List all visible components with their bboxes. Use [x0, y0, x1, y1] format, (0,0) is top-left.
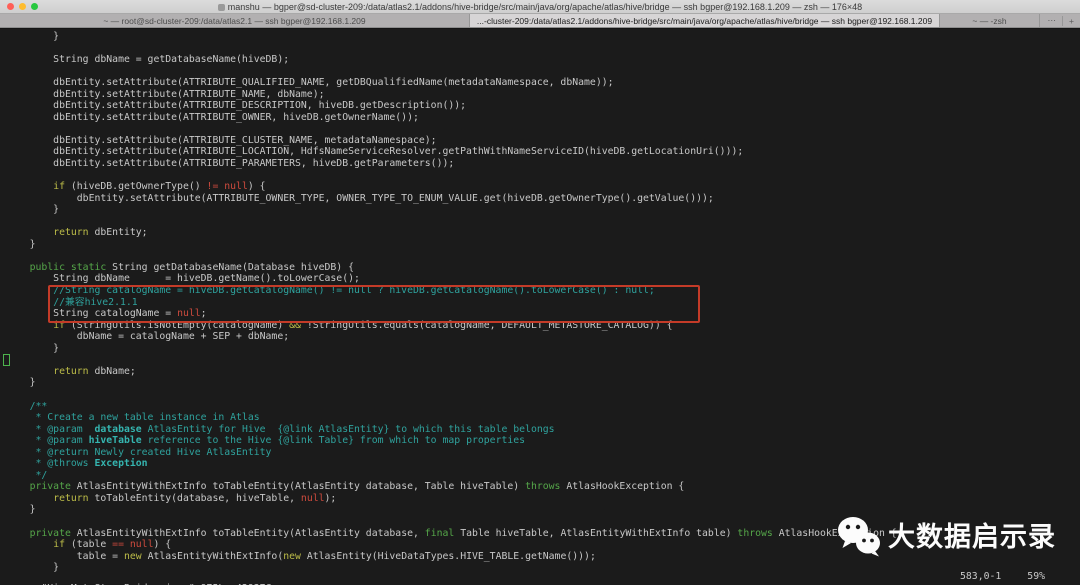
code-line: dbEntity.setAttribute(ATTRIBUTE_PARAMETE… — [6, 158, 455, 170]
window-title: manshu — bgper@sd-cluster-209:/data/atla… — [0, 2, 1080, 12]
code-line: public static String getDatabaseName(Dat… — [29, 261, 355, 273]
code-line: } — [6, 31, 60, 42]
code-line: * @param database AtlasEntity for Hive {… — [6, 423, 555, 435]
code-line: dbEntity.setAttribute(ATTRIBUTE_DESCRIPT… — [6, 100, 467, 112]
code-line: dbEntity.setAttribute(ATTRIBUTE_OWNER, h… — [6, 111, 419, 123]
titlebar: manshu — bgper@sd-cluster-209:/data/atla… — [0, 0, 1080, 14]
code-line: private AtlasEntityWithExtInfo toTableEn… — [29, 481, 685, 493]
cursor-position: 583,0-1 — [960, 571, 1002, 583]
tab-bar: ~ — root@sd-cluster-209:/data/atlas2.1 —… — [0, 14, 1080, 28]
code-line: dbEntity.setAttribute(ATTRIBUTE_CLUSTER_… — [6, 134, 437, 146]
tab-overflow-icon[interactable]: ⋯ — [1048, 15, 1057, 26]
code-line: } — [6, 377, 36, 389]
code-line: } — [6, 342, 60, 354]
terminal-window: manshu — bgper@sd-cluster-209:/data/atla… — [0, 0, 1080, 585]
code-line: * @return Newly created Hive AtlasEntity — [6, 446, 272, 458]
code-line: return toTableEntity(database, hiveTable… — [53, 492, 337, 504]
window-icon — [217, 3, 225, 11]
red-annotation-box — [48, 285, 700, 323]
code-line: dbEntity.setAttribute(ATTRIBUTE_OWNER_TY… — [6, 192, 714, 204]
code-line: return dbEntity; — [53, 227, 148, 239]
code-line: dbName = catalogName + SEP + dbName; — [6, 331, 290, 343]
code-line: String dbName = hiveDB.getName().toLower… — [6, 273, 360, 285]
code-line: */ — [6, 469, 48, 481]
code-line: dbEntity.setAttribute(ATTRIBUTE_NAME, db… — [6, 88, 325, 100]
code-line: if (hiveDB.getOwnerType() != null) { — [53, 181, 266, 193]
tab-hive-bridge-session-active[interactable]: ...-cluster-209:/data/atlas2.1/addons/hi… — [470, 14, 940, 27]
vim-cursor — [3, 354, 10, 366]
watermark-text: 大数据启示录 — [888, 522, 1056, 553]
scroll-percent: 59% — [1027, 571, 1045, 583]
vim-statusbar: "HiveMetaStoreBridge.java" 975L, 42937C … — [6, 571, 1080, 585]
wechat-icon — [836, 515, 882, 561]
terminal-viewport[interactable]: } String dbName = getDatabaseName(hiveDB… — [0, 29, 1080, 585]
code-line: dbEntity.setAttribute(ATTRIBUTE_QUALIFIE… — [6, 77, 614, 89]
code-line: String dbName = getDatabaseName(hiveDB); — [6, 54, 290, 66]
watermark: 大数据启示录 — [836, 515, 1056, 561]
tab-zsh-session[interactable]: ~ — -zsh — [940, 14, 1040, 27]
code-line: * @throws Exception — [6, 458, 148, 470]
new-tab-button[interactable]: + — [1069, 16, 1074, 26]
tab-divider — [1062, 15, 1064, 26]
tab-root-session[interactable]: ~ — root@sd-cluster-209:/data/atlas2.1 —… — [0, 14, 470, 27]
code-line: * @param hiveTable reference to the Hive… — [6, 435, 526, 447]
code-line: * Create a new table instance in Atlas — [6, 412, 260, 424]
code-line: dbEntity.setAttribute(ATTRIBUTE_LOCATION… — [6, 146, 744, 158]
code-line: return dbName; — [53, 365, 136, 377]
code-line: } — [6, 204, 60, 216]
code-line: } — [6, 238, 36, 250]
tab-bar-controls: ⋯ + — [1040, 14, 1080, 27]
code-line: /** — [29, 400, 48, 412]
